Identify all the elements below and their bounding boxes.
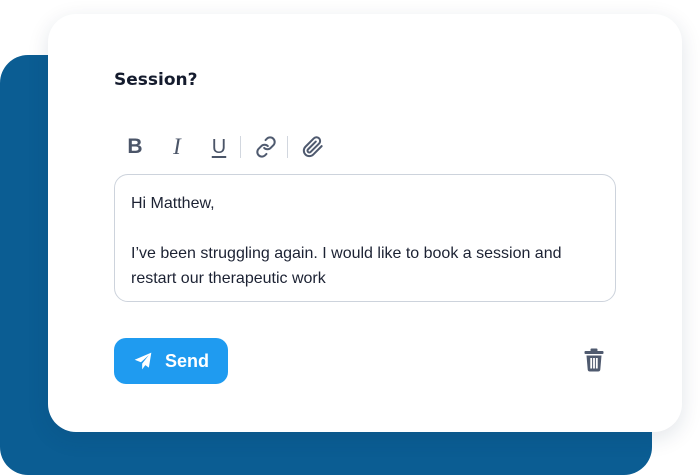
paperclip-icon (302, 136, 323, 158)
message-title: Session? (114, 70, 198, 90)
delete-button[interactable] (583, 348, 605, 372)
message-greeting: Hi Matthew, (131, 195, 215, 212)
toolbar-divider (240, 136, 241, 158)
toolbar-divider (287, 136, 288, 158)
message-body: I’ve been struggling again. I would like… (131, 245, 562, 287)
italic-button[interactable]: I (160, 132, 194, 162)
attach-button[interactable] (296, 132, 330, 162)
bold-button[interactable]: B (118, 132, 152, 162)
message-card: Session? B I U Hi Matthew, I’ve been str… (48, 14, 682, 432)
formatting-toolbar: B I U (118, 132, 338, 162)
link-icon (256, 136, 276, 158)
underline-button[interactable]: U (202, 132, 236, 162)
send-button[interactable]: Send (114, 338, 228, 384)
send-label: Send (164, 350, 209, 371)
trash-icon (584, 348, 604, 372)
message-textarea[interactable]: Hi Matthew, I’ve been struggling again. … (114, 174, 616, 302)
link-button[interactable] (249, 132, 283, 162)
paper-plane-icon (134, 352, 152, 370)
